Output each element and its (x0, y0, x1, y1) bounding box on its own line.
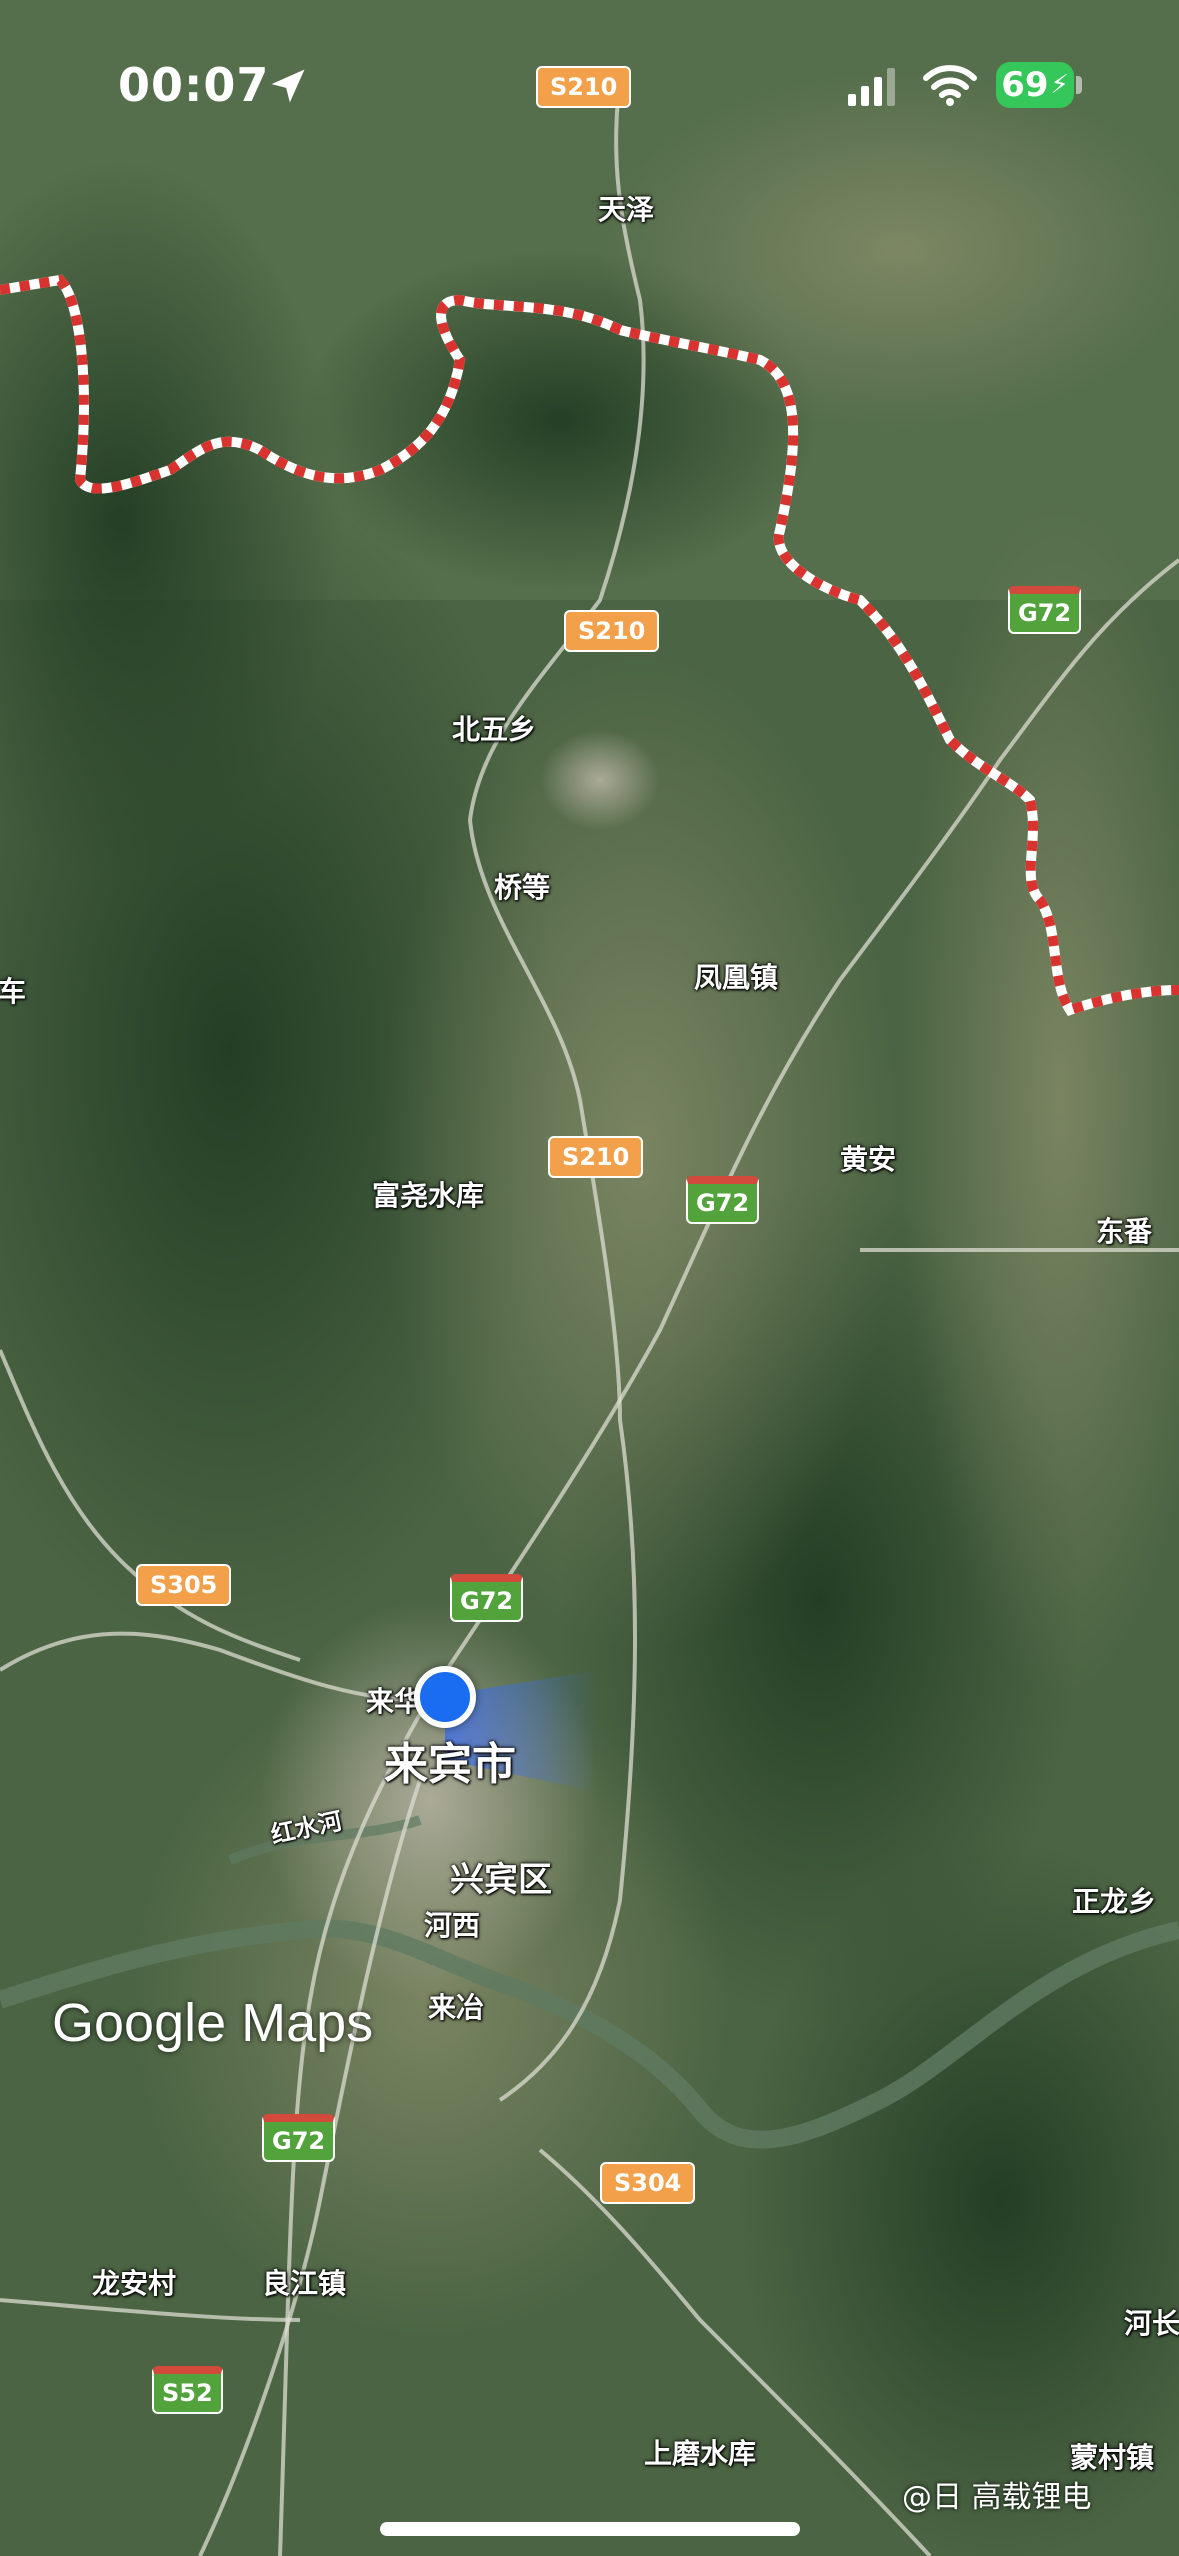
google-maps-logo: Google Maps (52, 1993, 374, 2053)
road-shield-provincial[interactable]: S305 (136, 1564, 232, 1606)
place-label[interactable]: 来冶 (428, 1986, 484, 2026)
road-shield-provincial[interactable]: S210 (548, 1136, 644, 1178)
wifi-icon (923, 65, 977, 106)
signal-icon (848, 68, 895, 106)
place-label[interactable]: 路车 (0, 970, 26, 1010)
place-label[interactable]: 北五乡 (452, 708, 536, 748)
road-shield-national[interactable]: G72 (686, 1176, 760, 1224)
place-label[interactable]: 黄安 (840, 1138, 896, 1178)
home-indicator[interactable] (380, 2522, 800, 2536)
place-label[interactable]: 河西 (424, 1904, 480, 1944)
road-shield-provincial[interactable]: S210 (536, 66, 632, 108)
place-label[interactable]: 富尧水库 (372, 1174, 484, 1214)
place-label[interactable]: 天泽 (598, 188, 654, 228)
district-label[interactable]: 兴宾区 (450, 1852, 552, 1901)
location-arrow-icon (271, 69, 305, 103)
place-label[interactable]: 桥等 (494, 866, 550, 906)
road-shield-national[interactable]: S52 (152, 2366, 223, 2414)
place-label[interactable]: 蒙村镇 (1070, 2436, 1154, 2476)
satellite-map[interactable] (0, 0, 1179, 2556)
watermark-text: @日 高载锂电 (902, 2480, 1092, 2515)
place-label[interactable]: 上磨水库 (644, 2432, 756, 2472)
place-label[interactable]: 河长 (1124, 2302, 1179, 2342)
place-label[interactable]: 凤凰镇 (694, 956, 778, 996)
road-shield-national[interactable]: G72 (262, 2114, 336, 2162)
place-label[interactable]: 正龙乡 (1072, 1880, 1156, 1920)
road-shield-provincial[interactable]: S210 (564, 610, 660, 652)
place-label[interactable]: 龙安村 (92, 2262, 176, 2302)
battery-charging-icon: 69 ⚡ (996, 62, 1074, 108)
place-label[interactable]: 良江镇 (262, 2262, 346, 2302)
city-label[interactable]: 来宾市 (384, 1728, 516, 1792)
battery-level: 69 (1001, 65, 1049, 105)
place-label[interactable]: 东番 (1096, 1210, 1152, 1250)
status-time: 00:07 (118, 58, 270, 112)
user-location-dot[interactable] (414, 1666, 476, 1728)
battery-cap (1076, 76, 1082, 94)
road-shield-national[interactable]: G72 (1008, 586, 1082, 634)
road-shield-provincial[interactable]: S304 (600, 2162, 696, 2204)
road-shield-national[interactable]: G72 (450, 1574, 524, 1622)
